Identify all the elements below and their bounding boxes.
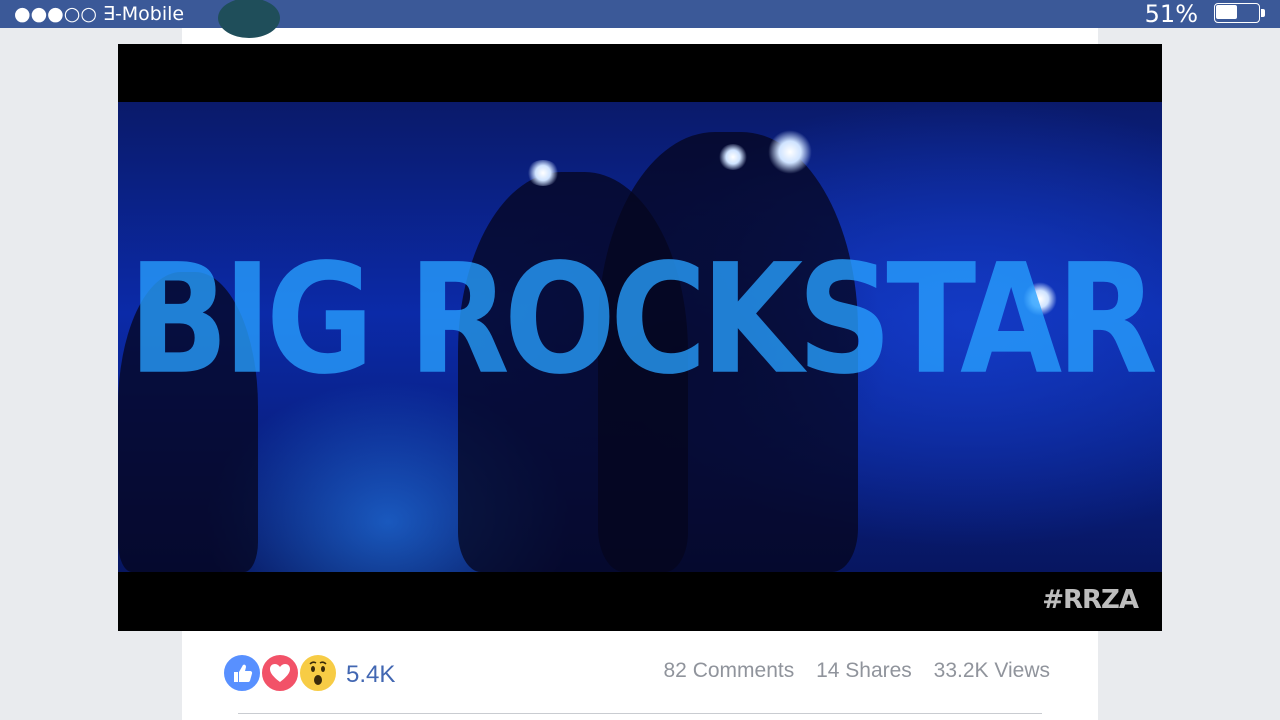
status-bar: ●●●○○ ∃-Mobile 51% [0, 0, 1280, 28]
post-stats: 82 Comments 14 Shares 33.2K Views [648, 659, 1051, 683]
avatar[interactable] [218, 0, 280, 38]
video-player[interactable]: BIG ROCKSTAR #RRZA [118, 44, 1162, 631]
battery-icon [1214, 3, 1266, 25]
wow-icon [298, 653, 338, 693]
views-count: 33.2K Views [933, 659, 1050, 682]
comments-count[interactable]: 82 Comments [664, 659, 795, 682]
reaction-count: 5.4K [346, 661, 396, 688]
video-hashtag: #RRZA [1042, 585, 1139, 615]
battery-percent: 51% [1144, 0, 1198, 28]
shares-count[interactable]: 14 Shares [816, 659, 912, 682]
divider [238, 713, 1042, 714]
love-icon [260, 653, 300, 693]
like-icon [222, 653, 262, 693]
video-title-overlay: BIG ROCKSTAR [128, 231, 1158, 409]
carrier-label: ●●●○○ ∃-Mobile [14, 3, 185, 25]
